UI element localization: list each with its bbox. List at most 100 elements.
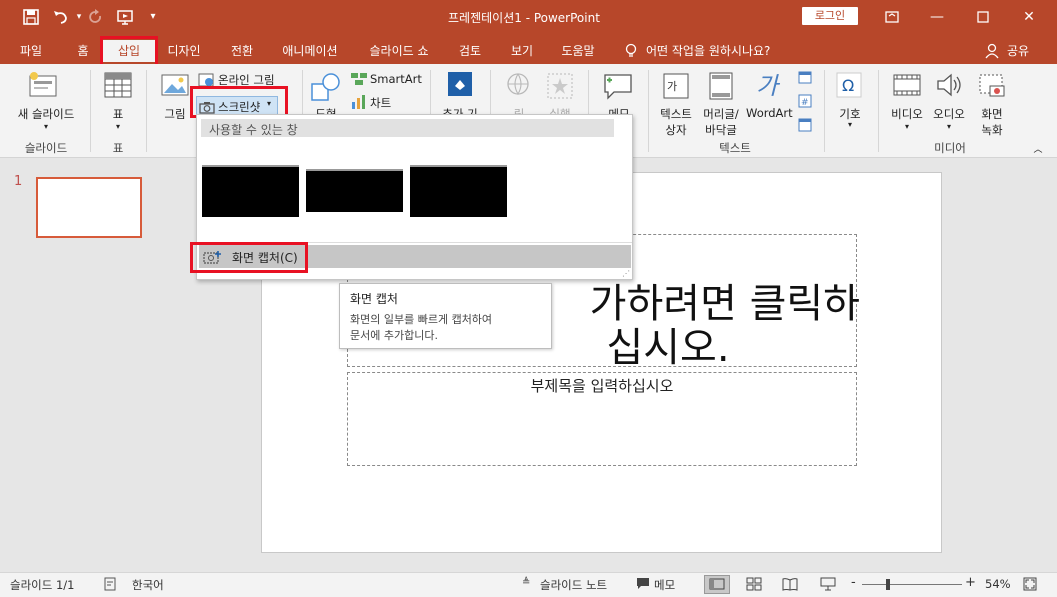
link-icon[interactable] — [504, 72, 532, 103]
resize-grip-icon[interactable]: ⋰ — [622, 269, 630, 278]
action-icon[interactable] — [546, 72, 574, 103]
login-button[interactable]: 로그인 — [802, 7, 858, 25]
subtitle-placeholder[interactable]: 부제목을 입력하십시오 — [347, 372, 857, 466]
header-footer-label[interactable]: 머리글/ — [698, 106, 744, 122]
table-label[interactable]: 표 — [104, 106, 132, 122]
menu-divider — [197, 242, 632, 243]
status-bar: 슬라이드 1/1 한국어 ≜ 슬라이드 노트 메모 - + 54% — [0, 572, 1057, 597]
window-thumbnail-2[interactable] — [306, 169, 403, 212]
symbol-icon[interactable]: Ω — [836, 72, 862, 101]
media-group-label: 미디어 — [934, 141, 966, 155]
tab-view[interactable]: 보기 — [504, 40, 540, 62]
audio-label[interactable]: 오디오 — [928, 106, 970, 122]
picture-label[interactable]: 그림 — [158, 106, 192, 122]
store-icon[interactable] — [446, 70, 474, 101]
new-slide-label[interactable]: 새 슬라이드 — [10, 106, 82, 122]
table-group-label: 표 — [112, 141, 124, 155]
slideshow-start-icon[interactable] — [116, 8, 134, 26]
table-dropdown-icon[interactable]: ▾ — [112, 122, 124, 131]
header-footer-label-2[interactable]: 바닥글 — [698, 122, 744, 138]
screen-recording-icon[interactable] — [978, 72, 1006, 101]
video-label[interactable]: 비디오 — [886, 106, 928, 122]
slide-thumbnail[interactable] — [36, 177, 142, 238]
ribbon-tabs: 파일 홈 삽입 디자인 전환 애니메이션 슬라이드 쇼 검토 보기 도움말 어떤… — [0, 36, 1057, 64]
zoom-slider-thumb[interactable] — [886, 579, 890, 590]
customize-toolbar-icon[interactable]: ▾ — [144, 8, 162, 26]
minimize-icon[interactable]: — — [922, 6, 952, 28]
tab-help[interactable]: 도움말 — [556, 40, 600, 62]
zoom-slider-track[interactable] — [862, 584, 962, 585]
title-bar: ▾ ▾ 프레젠테이션1 - PowerPoint 로그인 — ✕ — [0, 0, 1057, 36]
separator — [648, 70, 649, 152]
symbol-dropdown-icon[interactable]: ▾ — [844, 120, 856, 129]
screenshot-label[interactable]: 스크린샷 — [218, 99, 260, 115]
screen-recording-label[interactable]: 화면 — [974, 106, 1010, 122]
spelling-icon[interactable] — [103, 577, 117, 594]
slide-number-icon[interactable]: # — [798, 94, 812, 111]
chart-icon[interactable] — [350, 94, 368, 113]
chart-label[interactable]: 차트 — [370, 95, 391, 111]
video-dropdown-icon[interactable]: ▾ — [901, 122, 913, 131]
comments-button[interactable]: 메모 — [654, 577, 675, 593]
normal-view-button[interactable] — [704, 575, 730, 594]
smartart-icon[interactable] — [350, 71, 368, 90]
redo-icon[interactable] — [86, 8, 104, 26]
tab-animations[interactable]: 애니메이션 — [276, 40, 344, 62]
header-footer-icon[interactable] — [708, 72, 734, 103]
wordart-label[interactable]: WordArt — [746, 106, 793, 120]
tab-review[interactable]: 검토 — [452, 40, 488, 62]
save-icon[interactable] — [22, 8, 40, 26]
smartart-label[interactable]: SmartArt — [370, 72, 422, 86]
comment-icon[interactable] — [602, 72, 634, 103]
screen-clipping-menu-item[interactable]: 화면 캡처(C) — [199, 245, 631, 268]
slide-sorter-icon[interactable] — [746, 577, 762, 594]
shapes-icon[interactable] — [310, 72, 342, 105]
undo-icon[interactable] — [52, 8, 70, 26]
zoom-out-button[interactable]: - — [851, 575, 856, 590]
svg-text:가: 가 — [667, 80, 677, 93]
wordart-icon[interactable]: 가 — [754, 72, 784, 103]
language-status[interactable]: 한국어 — [132, 577, 164, 593]
tell-me-search[interactable]: 어떤 작업을 원하시나요? — [646, 40, 794, 62]
table-icon[interactable] — [104, 72, 132, 101]
new-slide-dropdown-icon[interactable]: ▾ — [40, 122, 52, 131]
picture-icon[interactable] — [160, 72, 190, 101]
subtitle-placeholder-text: 부제목을 입력하십시오 — [530, 377, 674, 395]
video-icon[interactable] — [892, 72, 922, 101]
audio-dropdown-icon[interactable]: ▾ — [943, 122, 955, 131]
comments-icon[interactable] — [636, 577, 650, 593]
date-time-icon[interactable] — [798, 70, 812, 87]
tab-file[interactable]: 파일 — [12, 40, 50, 62]
textbox-label-2[interactable]: 상자 — [656, 122, 696, 138]
audio-icon[interactable] — [934, 72, 964, 101]
object-icon[interactable] — [798, 118, 812, 135]
textbox-icon[interactable]: 가 — [662, 72, 690, 103]
maximize-icon[interactable] — [968, 6, 998, 28]
window-thumbnail-3[interactable] — [410, 165, 507, 217]
textbox-label[interactable]: 텍스트 — [656, 106, 696, 122]
slideshow-view-icon[interactable] — [820, 577, 836, 594]
notes-button[interactable]: 슬라이드 노트 — [540, 577, 607, 593]
window-thumbnail-1[interactable] — [202, 165, 299, 217]
collapse-ribbon-icon[interactable]: ︿ — [1030, 142, 1046, 155]
tab-design[interactable]: 디자인 — [162, 40, 206, 62]
ribbon-display-options-icon[interactable] — [877, 6, 907, 28]
tab-home[interactable]: 홈 — [68, 40, 98, 62]
slides-group-label: 슬라이드 — [24, 141, 68, 155]
notes-icon[interactable]: ≜ — [522, 577, 530, 588]
reading-view-icon[interactable] — [782, 577, 798, 594]
online-picture-icon[interactable] — [198, 72, 214, 91]
svg-text:가: 가 — [756, 72, 781, 100]
fit-to-window-icon[interactable] — [1023, 577, 1037, 594]
tab-slideshow[interactable]: 슬라이드 쇼 — [362, 40, 436, 62]
screenshot-dropdown-icon[interactable]: ▾ — [267, 99, 271, 108]
online-picture-label[interactable]: 온라인 그림 — [218, 72, 275, 88]
zoom-level[interactable]: 54% — [985, 577, 1011, 591]
screen-recording-label-2[interactable]: 녹화 — [974, 122, 1010, 138]
tab-transitions[interactable]: 전환 — [222, 40, 262, 62]
tab-insert[interactable]: 삽입 — [103, 40, 155, 62]
zoom-in-button[interactable]: + — [965, 575, 976, 590]
share-button[interactable]: 공유 — [1002, 40, 1034, 62]
new-slide-icon[interactable] — [26, 70, 60, 103]
close-icon[interactable]: ✕ — [1014, 6, 1044, 28]
